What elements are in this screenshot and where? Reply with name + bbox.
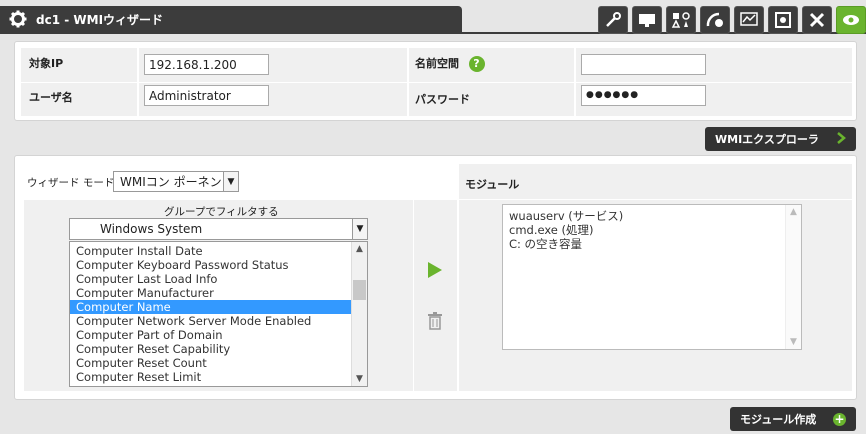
target-ip-label: 対象IP <box>29 57 64 70</box>
module-item[interactable]: C: の空き容量 <box>503 237 785 251</box>
namespace-input[interactable] <box>581 54 706 75</box>
namespace-label-cell: 名前空間 ? <box>409 48 574 82</box>
filter-label: グループでフィルタする <box>164 206 279 218</box>
create-module-label: モジュール作成 <box>740 413 817 426</box>
target-ip-input[interactable] <box>144 54 269 75</box>
module-list[interactable]: wuauserv (サービス) cmd.exe (処理) C: の空き容量 ▲ ▼ <box>502 204 802 350</box>
scroll-up-icon[interactable]: ▲ <box>352 242 367 256</box>
list-item[interactable]: Computer Last Load Info <box>70 272 351 286</box>
list-item[interactable]: Computer Manufacturer <box>70 286 351 300</box>
wizard-mode-label: ウィザード モード: <box>27 177 118 189</box>
list-item[interactable]: Computer Reset Capability <box>70 342 351 356</box>
help-icon[interactable]: ? <box>468 56 485 72</box>
toolbar <box>598 6 866 34</box>
username-label: ユーザ名 <box>29 91 73 104</box>
monitor-icon[interactable] <box>632 6 662 34</box>
add-arrow-icon[interactable] <box>428 262 442 281</box>
list-item[interactable]: Computer Reset Count <box>70 356 351 370</box>
plus-icon: + <box>833 411 846 426</box>
list-item[interactable]: Computer Network Server Mode Enabled <box>70 314 351 328</box>
module-list-scrollbar[interactable]: ▲ ▼ <box>785 205 801 349</box>
trash-icon[interactable] <box>427 312 443 333</box>
target-ip-label-cell: 対象IP <box>21 48 137 82</box>
chevron-down-icon: ▼ <box>352 219 367 239</box>
page-title: dc1 - WMIウィザード <box>36 12 164 27</box>
wizard-mode-value: WMIコン ポーネント <box>120 175 234 189</box>
username-label-cell: ユーザ名 <box>21 83 137 116</box>
tools-icon[interactable] <box>802 6 832 34</box>
module-item[interactable]: cmd.exe (処理) <box>503 223 785 237</box>
list-item[interactable]: Computer Part of Domain <box>70 328 351 342</box>
wmi-item-list[interactable]: Computer Install Date Computer Keyboard P… <box>69 241 368 387</box>
username-input[interactable] <box>144 85 269 106</box>
scroll-thumb[interactable] <box>353 280 366 300</box>
filter-value: Windows System <box>100 222 203 236</box>
create-module-button[interactable]: モジュール作成 + <box>730 407 856 431</box>
graph-icon[interactable] <box>734 6 764 34</box>
filter-cell: グループでフィルタする Windows System ▼ Computer In… <box>24 200 413 391</box>
modules-cell: wuauserv (サービス) cmd.exe (処理) C: の空き容量 ▲ ▼ <box>459 200 852 391</box>
password-input[interactable]: ●●●●●● <box>581 85 706 106</box>
wizard-mode-select[interactable]: WMIコン ポーネント ▼ <box>113 171 239 192</box>
list-scrollbar[interactable]: ▲ ▼ <box>351 242 367 386</box>
namespace-label: 名前空間 <box>415 57 459 70</box>
chevron-down-icon: ▼ <box>223 172 238 191</box>
scroll-down-icon[interactable]: ▼ <box>786 335 801 349</box>
wizard-panel: ウィザード モード: WMIコン ポーネント ▼ モジュール グループでフィルタ… <box>14 155 857 400</box>
list-item[interactable]: Computer Reset Limit <box>70 370 351 384</box>
probe-icon[interactable] <box>598 6 628 34</box>
modules-header: モジュール <box>465 178 520 191</box>
radar-icon[interactable] <box>700 6 730 34</box>
filter-select[interactable]: Windows System ▼ <box>69 218 368 240</box>
modules-header-cell: モジュール <box>459 164 852 199</box>
wmi-explorer-label: WMIエクスプローラ <box>715 133 819 146</box>
list-item[interactable]: Computer Name <box>70 300 351 314</box>
eye-icon[interactable] <box>836 6 866 34</box>
scroll-up-icon[interactable]: ▲ <box>786 205 801 219</box>
wmi-explorer-button[interactable]: WMIエクスプローラ <box>705 127 856 151</box>
shapes-icon[interactable] <box>666 6 696 34</box>
list-item[interactable]: Computer Keyboard Password Status <box>70 258 351 272</box>
module-item[interactable]: wuauserv (サービス) <box>503 209 785 223</box>
password-label: パスワード <box>415 93 470 106</box>
chevron-right-icon <box>836 131 846 147</box>
credentials-panel: 対象IP 名前空間 ? ユーザ名 パスワード ●●●●●● <box>14 41 857 121</box>
settings-icon[interactable] <box>768 6 798 34</box>
window-title-bar: dc1 - WMIウィザード <box>0 6 462 32</box>
action-column <box>414 200 457 391</box>
mode-row: ウィザード モード: WMIコン ポーネント ▼ <box>21 164 457 199</box>
gear-icon <box>0 10 36 28</box>
password-label-cell: パスワード <box>409 83 574 116</box>
scroll-down-icon[interactable]: ▼ <box>352 372 367 386</box>
list-item[interactable]: Computer Install Date <box>70 244 351 258</box>
